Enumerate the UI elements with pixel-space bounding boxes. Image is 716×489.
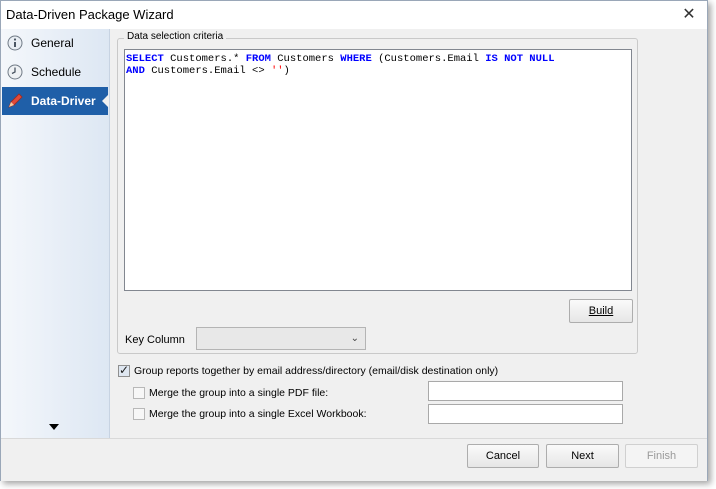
sql-token: AND <box>126 65 145 77</box>
build-button-label: Build <box>588 305 614 317</box>
group-reports-checkbox[interactable] <box>118 363 130 377</box>
merge-excel-checkbox[interactable] <box>133 408 145 420</box>
sql-token: WHERE <box>340 53 372 65</box>
wizard-footer: Cancel Next Finish <box>1 438 707 481</box>
sql-token: Customers.Email <> <box>144 65 271 77</box>
sql-token: FROM <box>245 53 271 65</box>
finish-button-label: Finish <box>646 450 677 462</box>
active-indicator <box>102 94 109 108</box>
sql-token: Customers <box>270 53 341 65</box>
scroll-down-icon[interactable] <box>49 424 59 430</box>
sidebar-item-label: General <box>31 36 74 50</box>
cancel-button[interactable]: Cancel <box>467 444 539 468</box>
sidebar-item-label: Data-Driver <box>31 94 96 108</box>
sql-line: SELECT Customers.* FROM Customers WHERE … <box>126 53 630 65</box>
clock-icon <box>6 63 24 81</box>
title-bar: Data-Driven Package Wizard ✕ <box>1 1 707 29</box>
close-icon[interactable]: ✕ <box>679 5 699 25</box>
sql-line: AND Customers.Email <> '') <box>126 65 630 77</box>
sql-query-editor[interactable]: SELECT Customers.* FROM Customers WHERE … <box>124 49 632 291</box>
merge-pdf-label: Merge the group into a single PDF file: <box>149 387 329 399</box>
data-selection-label: Data selection criteria <box>124 31 227 42</box>
key-column-label: Key Column <box>125 334 185 346</box>
sql-token: (Customers.Email <box>371 53 486 65</box>
sidebar-item-data-driver[interactable]: Data-Driver <box>2 87 109 115</box>
key-column-select[interactable]: ⌄ <box>196 327 366 350</box>
cancel-button-label: Cancel <box>485 450 521 462</box>
sidebar-item-label: Schedule <box>31 65 82 79</box>
window-title: Data-Driven Package Wizard <box>6 7 174 22</box>
merge-pdf-filename-field[interactable] <box>428 381 623 401</box>
merge-excel-label: Merge the group into a single Excel Work… <box>149 408 367 420</box>
group-reports-label: Group reports together by email address/… <box>134 365 499 377</box>
sidebar-item-general[interactable]: General <box>2 29 108 57</box>
next-button-label: Next <box>571 450 594 462</box>
merge-excel-filename-field[interactable] <box>428 404 623 424</box>
sql-token: '' <box>270 65 284 77</box>
build-button[interactable]: Build <box>569 299 633 323</box>
finish-button[interactable]: Finish <box>625 444 698 468</box>
sql-token: SELECT <box>126 53 164 65</box>
info-icon <box>6 34 24 52</box>
sidebar-item-schedule[interactable]: Schedule <box>2 58 108 86</box>
chevron-down-icon: ⌄ <box>350 333 359 344</box>
pen-icon <box>6 92 24 110</box>
sidebar-nav: General Schedule Data-Driver <box>1 29 110 438</box>
sql-token: IS NOT NULL <box>485 53 555 65</box>
sql-token: Customers.* <box>163 53 246 65</box>
next-button[interactable]: Next <box>546 444 619 468</box>
merge-pdf-checkbox[interactable] <box>133 387 145 399</box>
sql-token: ) <box>283 65 290 77</box>
wizard-window: Data-Driven Package Wizard ✕ General Sch… <box>0 0 708 481</box>
